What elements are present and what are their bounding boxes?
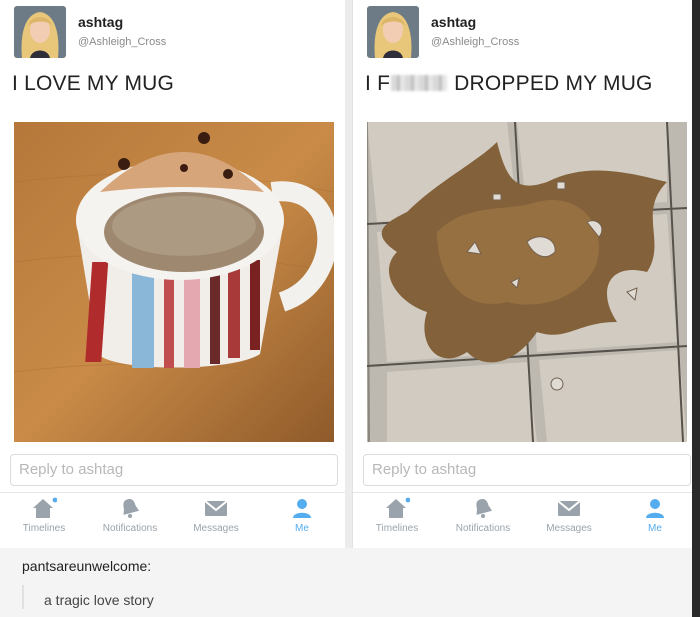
tab-messages[interactable]: Messages [176,497,256,543]
user-handle[interactable]: @Ashleigh_Cross [78,36,166,48]
envelope-icon [557,500,581,516]
bell-icon [123,499,140,518]
mug-photo[interactable] [14,122,334,442]
tab-timelines[interactable]: Timelines [4,497,84,543]
panel-divider [345,0,352,548]
tab-timelines[interactable]: Timelines [357,497,437,543]
tab-me[interactable]: Me [615,497,695,543]
reply-placeholder: Reply to ashtag [372,461,477,478]
tab-label: Messages [546,523,592,534]
tab-label: Me [295,523,309,534]
display-name[interactable]: ashtag [431,14,476,30]
tweet-text: I LOVE MY MUG [12,72,175,95]
tab-label: Timelines [22,523,66,534]
tab-messages[interactable]: Messages [529,497,609,543]
quote-rule [22,585,24,609]
tab-me[interactable]: Me [262,497,342,543]
tab-label: Timelines [375,523,419,534]
person-icon [293,499,311,518]
broken-mug-photo[interactable] [367,122,687,442]
person-icon [646,499,664,518]
tab-label: Notifications [455,523,511,534]
tab-notifications[interactable]: Notifications [90,497,170,543]
reply-input[interactable]: Reply to ashtag [10,454,338,486]
display-name[interactable]: ashtag [78,14,123,30]
avatar[interactable] [14,6,66,58]
tab-label: Messages [193,523,239,534]
comment-username[interactable]: pantsareunwelcome: [22,558,151,574]
tweet-text: I F DROPPED MY MUG [365,72,653,96]
tab-bar: Timelines Notifications Messages Me [353,492,698,547]
home-icon [386,497,410,518]
avatar[interactable] [367,6,419,58]
comment-text: a tragic love story [44,592,154,608]
reply-input[interactable]: Reply to ashtag [363,454,691,486]
tab-notifications[interactable]: Notifications [443,497,523,543]
tweet-panel-left: ashtag @Ashleigh_Cross I LOVE MY MUG Rep… [0,0,345,548]
censor-blur [391,75,448,91]
user-handle[interactable]: @Ashleigh_Cross [431,36,519,48]
reply-placeholder: Reply to ashtag [19,461,124,478]
tab-bar: Timelines Notifications Messages Me [0,492,345,547]
window-edge [692,0,700,617]
tweet-text-end: DROPPED MY MUG [454,72,653,95]
tweet-text-start: I F [365,72,391,95]
envelope-icon [204,500,228,516]
home-icon [33,497,57,518]
bell-icon [476,499,493,518]
tab-label: Me [648,523,662,534]
tab-label: Notifications [102,523,158,534]
tweet-panel-right: ashtag @Ashleigh_Cross I F DROPPED MY MU… [352,0,698,548]
